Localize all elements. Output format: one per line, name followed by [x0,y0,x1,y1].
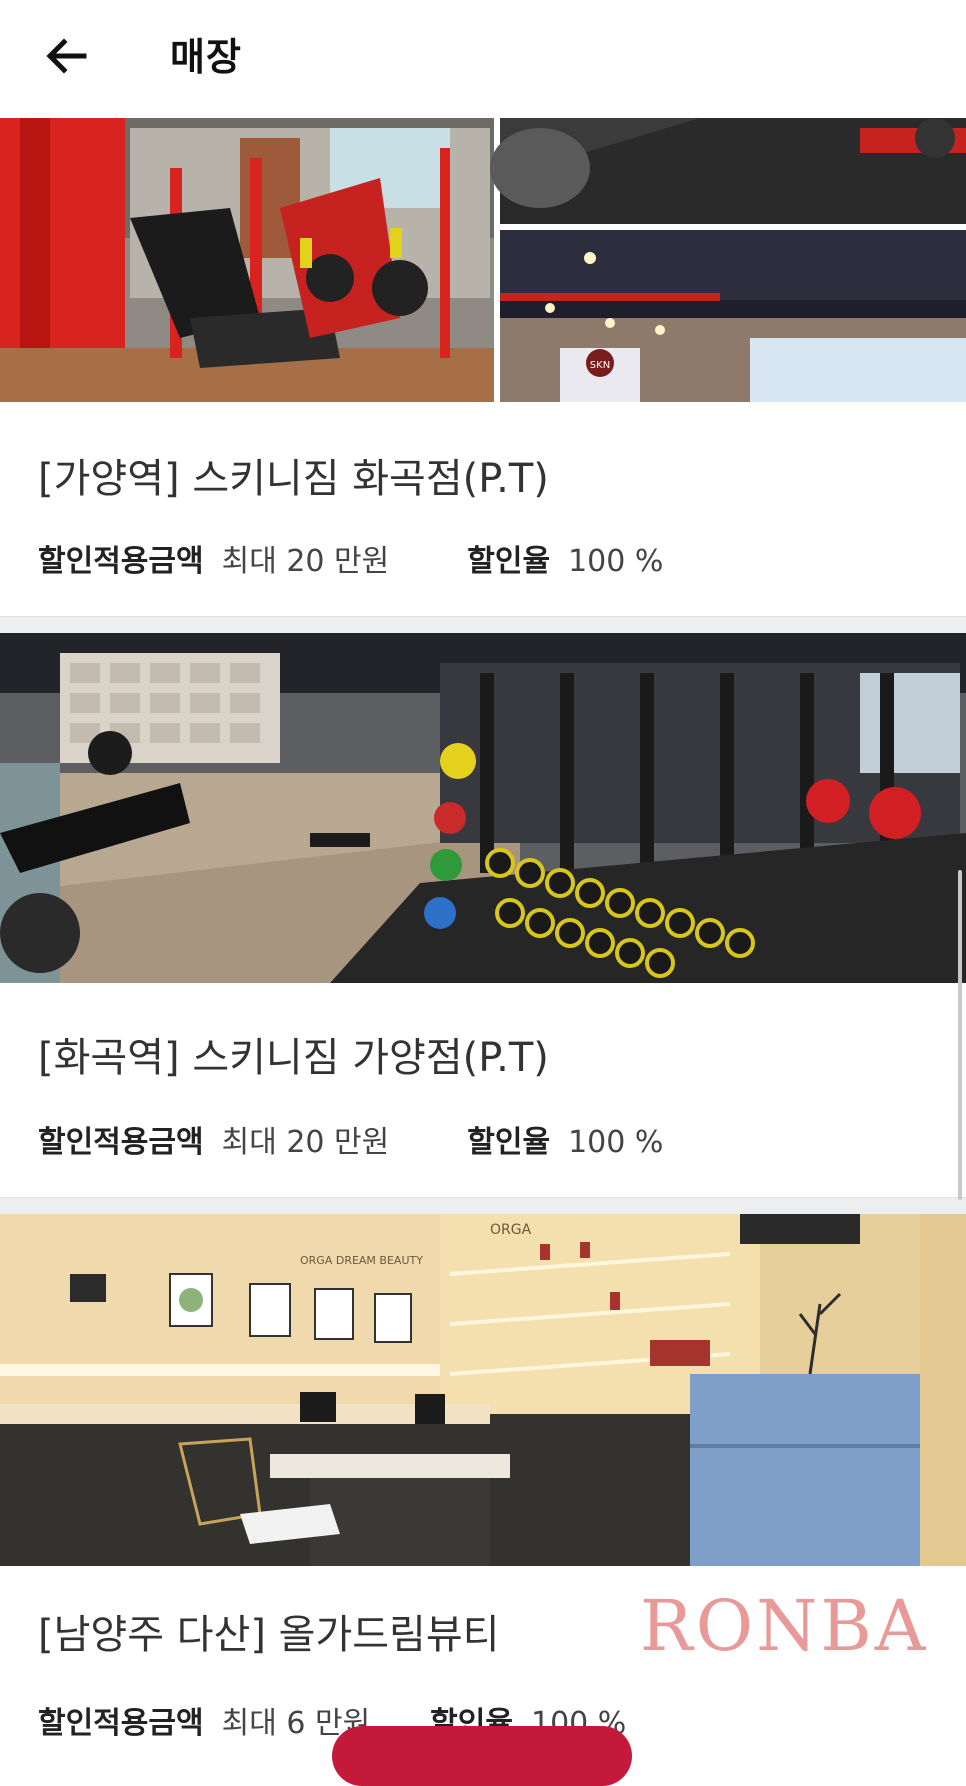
store-photo: ORGA DREAM BEAUTY ORGA [0,1214,966,1566]
discount-amount-label: 할인적용금액 [38,1706,204,1741]
back-button[interactable] [40,30,92,82]
store-card[interactable]: [화곡역] 스키니짐 가양점(P.T) 할인적용금액 최대 20 만원 할인율 100… [0,633,966,1197]
card-divider [0,616,966,633]
discount-amount-label: 할인적용금액 [38,1125,204,1160]
discount-amount-value: 최대 20 만원 [221,1125,390,1160]
salon-top-text: ORGA [490,1222,532,1238]
discount-rate-label: 할인율 [467,1125,551,1160]
card-divider [0,1197,966,1214]
watermark: RONBA [640,1585,929,1667]
store-name: [화곡역] 스키니짐 가양점(P.T) [38,1035,549,1081]
discount-amount-label: 할인적용금액 [38,544,204,579]
store-name: [가양역] 스키니짐 화곡점(P.T) [38,456,549,502]
floating-action-button[interactable] [332,1726,632,1786]
store-name: [남양주 다산] 올가드림뷰티 [38,1612,500,1658]
app-header: 매장 [0,0,966,118]
gym-sign-text: SKN [590,360,610,371]
store-photo [0,633,966,983]
discount-amount-value: 최대 20 만원 [221,544,390,579]
discount-info: 할인적용금액 최대 20 만원 할인율 100 % [38,536,663,580]
arrow-left-icon [46,38,87,74]
scrollbar[interactable] [958,870,962,1200]
salon-banner-text: ORGA DREAM BEAUTY [300,1254,423,1267]
discount-rate-label: 할인율 [467,544,551,579]
store-card[interactable]: SKN [가양역] 스키니짐 화곡점(P.T) 할인적용금액 최대 20 만원 할인… [0,118,966,616]
discount-info: 할인적용금액 최대 20 만원 할인율 100 % [38,1117,663,1161]
page-title: 매장 [170,35,242,79]
discount-rate-value: 100 % [568,544,664,579]
store-photo: SKN [0,118,966,402]
discount-rate-value: 100 % [568,1125,664,1160]
